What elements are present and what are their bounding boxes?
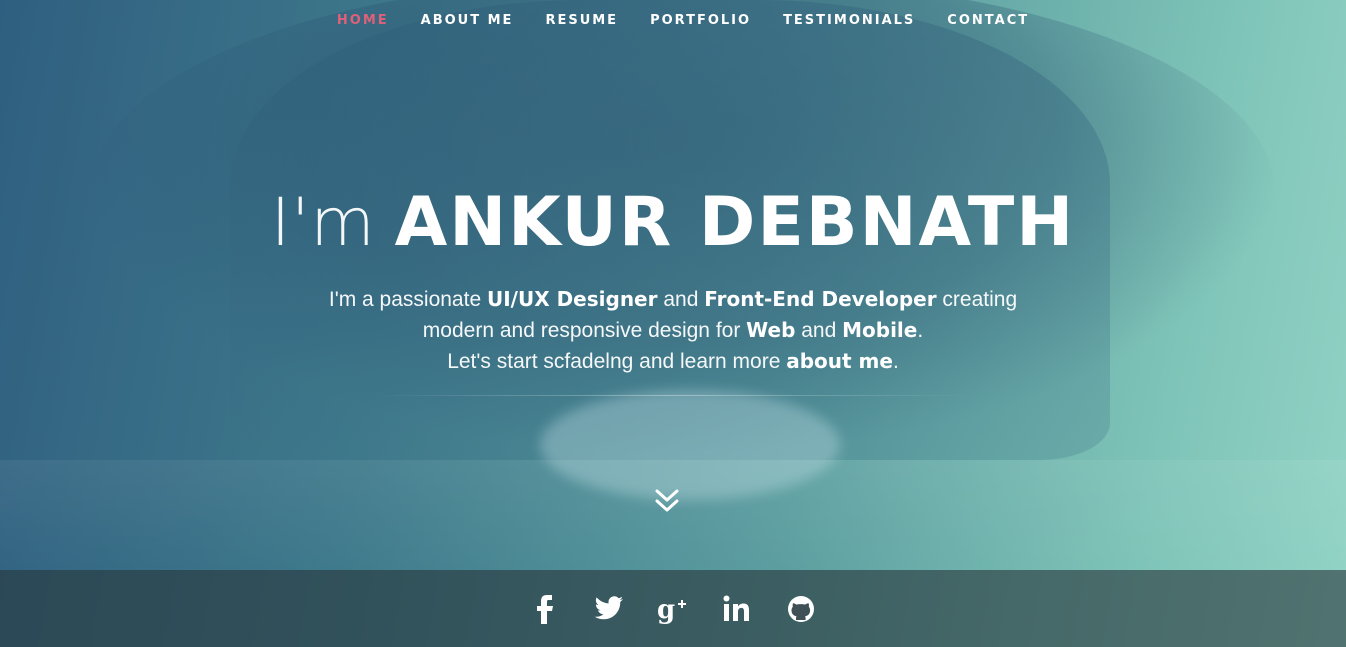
- facebook-icon: [537, 594, 553, 624]
- hero-highlight: Web: [746, 318, 796, 342]
- nav-item-contact[interactable]: CONTACT: [931, 13, 1045, 28]
- hero-title-prefix: I'm: [270, 184, 376, 261]
- hero-subtitle: I'm a passionate UI/UX Designer and Fron…: [0, 284, 1346, 377]
- facebook-link[interactable]: [526, 590, 564, 628]
- nav-item-about-me[interactable]: ABOUT ME: [405, 13, 530, 28]
- main-nav: HOME ABOUT ME RESUME PORTFOLIO TESTIMONI…: [0, 0, 1346, 40]
- hero-text: I'm a passionate: [328, 288, 487, 311]
- background-hands: [540, 390, 840, 500]
- hero-text: Let's start scfadelng and learn more: [447, 350, 787, 373]
- hero-text: creating: [936, 288, 1018, 311]
- hero-divider: [370, 395, 974, 396]
- linkedin-link[interactable]: [718, 590, 756, 628]
- hero-highlight: Front-End Developer: [704, 287, 937, 311]
- hero-subtitle-line-3: Let's start scfadelng and learn more abo…: [0, 346, 1346, 377]
- hero-text: and: [657, 288, 705, 311]
- double-chevron-down-icon: [655, 489, 679, 512]
- hero-text: and: [795, 319, 843, 342]
- hero-subtitle-line-1: I'm a passionate UI/UX Designer and Fron…: [0, 284, 1346, 315]
- github-link[interactable]: [782, 590, 820, 628]
- hero-highlight: UI/UX Designer: [486, 287, 658, 311]
- hero-text: modern and responsive design for: [422, 319, 747, 342]
- google-plus-link[interactable]: g: [654, 590, 692, 628]
- github-icon: [788, 595, 814, 622]
- nav-item-portfolio[interactable]: PORTFOLIO: [634, 13, 767, 28]
- hero-title-name: ANKUR DEBNATH: [394, 183, 1076, 262]
- scroll-down-button[interactable]: [650, 484, 684, 518]
- svg-text:g: g: [657, 595, 675, 624]
- twitter-icon: [594, 595, 623, 619]
- about-me-link[interactable]: about me: [786, 349, 893, 373]
- hero-text: .: [892, 350, 899, 373]
- hero-highlight: Mobile: [842, 318, 918, 342]
- nav-item-home[interactable]: HOME: [321, 13, 405, 28]
- nav-item-resume[interactable]: RESUME: [529, 13, 634, 28]
- google-plus-icon: g: [657, 595, 686, 624]
- hero-title: I'm ANKUR DEBNATH: [0, 180, 1346, 265]
- social-bar: g: [0, 570, 1346, 647]
- hero-text: .: [917, 319, 924, 342]
- hero-subtitle-line-2: modern and responsive design for Web and…: [0, 315, 1346, 346]
- nav-item-testimonials[interactable]: TESTIMONIALS: [767, 13, 931, 28]
- twitter-link[interactable]: [590, 590, 628, 628]
- linkedin-icon: [723, 595, 749, 621]
